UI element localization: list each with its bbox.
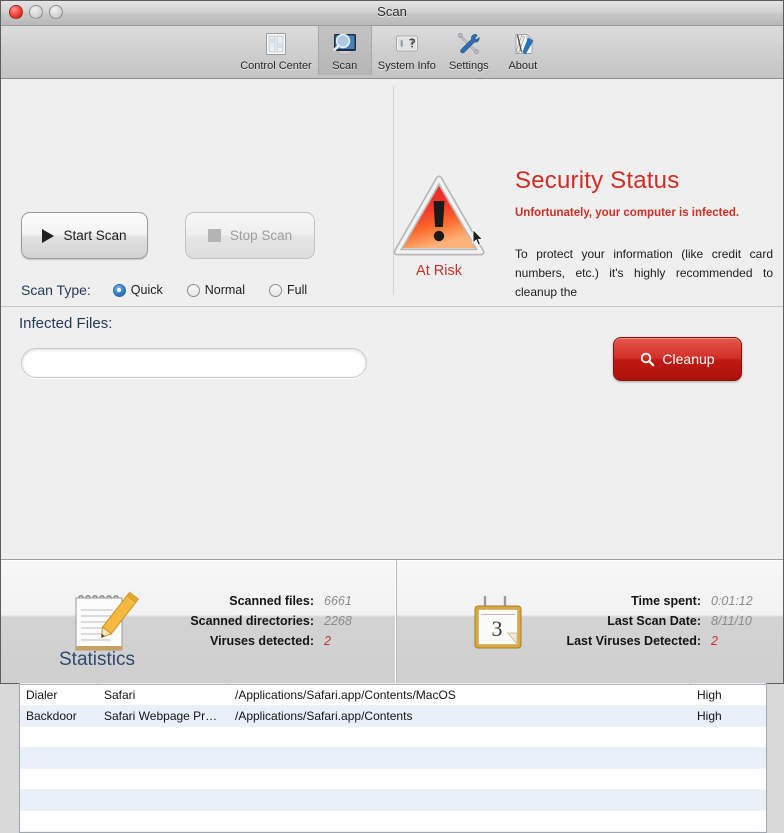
radio-quick[interactable]: Quick: [113, 283, 163, 297]
radio-normal-label: Normal: [205, 283, 245, 297]
stat-label: Scanned files:: [229, 594, 314, 608]
radio-normal-indicator: [187, 284, 200, 297]
bottom-panels: Statistics Scanned files: 6661 Scanned d…: [1, 560, 783, 683]
timing-list: Time spent: 0:01:12 Last Scan Date: 8/11…: [566, 594, 767, 650]
stat-line: Scanned directories: 2268: [190, 614, 380, 628]
infected-files-title: Infected Files:: [19, 315, 112, 332]
security-status-body: To protect your information (like credit…: [515, 245, 773, 299]
toolbar-item-scan[interactable]: Scan: [318, 26, 372, 75]
title-bar: Scan: [1, 1, 783, 26]
stat-line: Scanned files: 6661: [190, 594, 380, 608]
stat-value: 2268: [324, 614, 380, 628]
cell-path: /Applications/Safari.app/Contents: [229, 706, 691, 726]
toolbar-item-about[interactable]: About: [496, 26, 550, 75]
stat-value: 8/11/10: [711, 614, 767, 628]
start-scan-button[interactable]: Start Scan: [21, 212, 148, 259]
scan-type-group: Scan Type: Quick Normal Full: [21, 282, 331, 298]
security-status-title: Security Status: [515, 167, 679, 195]
stat-label: Time spent:: [631, 594, 701, 608]
statistics-list: Scanned files: 6661 Scanned directories:…: [190, 594, 380, 650]
system-info-icon: [392, 29, 422, 59]
toolbar-item-system-info[interactable]: System Info: [372, 26, 442, 75]
stat-value: 2: [711, 634, 767, 648]
infected-files-table: Infected By Infected Object Path to obje…: [19, 665, 767, 833]
warning-triangle-icon: [393, 175, 485, 257]
stop-scan-label: Stop Scan: [230, 228, 292, 243]
stat-value: 0:01:12: [711, 594, 767, 608]
toolbar-label: Scan: [332, 60, 357, 72]
settings-tools-icon: [454, 29, 484, 59]
window-title: Scan: [1, 4, 783, 19]
table-row-empty[interactable]: [20, 790, 766, 811]
toolbar: Control Center Scan: [1, 26, 783, 79]
radio-full-label: Full: [287, 283, 307, 297]
infected-files-area: Infected Files: BLEEPING COMPUTER Infect…: [1, 307, 783, 559]
control-center-icon: [261, 29, 291, 59]
cell-infected-object: Safari Webpage Pr…: [98, 706, 229, 726]
toolbar-label: System Info: [378, 60, 436, 72]
at-risk-label: At Risk: [387, 263, 491, 279]
cell-path: /Applications/Safari.app/Contents/MacOS: [229, 685, 691, 705]
table-row-empty[interactable]: [20, 727, 766, 748]
calendar-icon: 3: [461, 586, 535, 658]
play-icon: [42, 229, 54, 243]
radio-quick-indicator: [113, 284, 126, 297]
cell-infected-by: Backdoor: [20, 706, 98, 726]
cell-risk: High: [691, 706, 766, 726]
stat-label: Viruses detected:: [210, 634, 314, 648]
scan-window: Scan Control Center: [0, 0, 784, 684]
toolbar-item-control-center[interactable]: Control Center: [234, 26, 318, 75]
stat-label: Last Scan Date:: [607, 614, 701, 628]
toolbar-label: Settings: [449, 60, 489, 72]
table-row-empty[interactable]: [20, 748, 766, 769]
stop-scan-button[interactable]: Stop Scan: [185, 212, 315, 259]
stat-line: Last Scan Date: 8/11/10: [566, 614, 767, 628]
statistics-panel-title: Statistics: [59, 649, 135, 671]
stat-line: Viruses detected: 2: [190, 634, 380, 648]
calendar-day: 3: [492, 616, 503, 641]
stat-line: Last Viruses Detected: 2: [566, 634, 767, 648]
table-row-empty[interactable]: [20, 769, 766, 790]
scan-top-area: Start Scan Stop Scan Scan Type: Quick No…: [1, 79, 783, 307]
table-row-empty[interactable]: [20, 811, 766, 832]
radio-normal[interactable]: Normal: [187, 283, 245, 297]
stat-line: Time spent: 0:01:12: [566, 594, 767, 608]
stat-label: Last Viruses Detected:: [566, 634, 701, 648]
notepad-pencil-icon: [65, 586, 139, 658]
cell-risk: High: [691, 685, 766, 705]
scan-magnifier-icon: [330, 29, 360, 59]
stat-value: 6661: [324, 594, 380, 608]
toolbar-label: About: [508, 60, 537, 72]
security-status-indicator: At Risk: [387, 175, 491, 279]
start-scan-label: Start Scan: [63, 228, 126, 243]
table-row[interactable]: Dialer Safari /Applications/Safari.app/C…: [20, 685, 766, 706]
cell-infected-object: Safari: [98, 685, 229, 705]
stop-square-icon: [208, 229, 221, 242]
radio-quick-label: Quick: [131, 283, 163, 297]
stat-label: Scanned directories:: [190, 614, 314, 628]
radio-full[interactable]: Full: [269, 283, 307, 297]
statistics-panel: Statistics Scanned files: 6661 Scanned d…: [1, 561, 397, 683]
toolbar-label: Control Center: [240, 60, 312, 72]
security-status-subtitle: Unfortunately, your computer is infected…: [515, 206, 773, 220]
scan-type-label: Scan Type:: [21, 282, 91, 298]
timing-panel: 3 Timing Time spent: 0:01:12 Last Scan D…: [397, 561, 783, 683]
main-panel: Start Scan Stop Scan Scan Type: Quick No…: [1, 79, 783, 560]
radio-full-indicator: [269, 284, 282, 297]
table-row[interactable]: Backdoor Safari Webpage Pr… /Application…: [20, 706, 766, 727]
stat-value: 2: [324, 634, 380, 648]
about-pen-icon: [508, 29, 538, 59]
toolbar-item-settings[interactable]: Settings: [442, 26, 496, 75]
cell-infected-by: Dialer: [20, 685, 98, 705]
